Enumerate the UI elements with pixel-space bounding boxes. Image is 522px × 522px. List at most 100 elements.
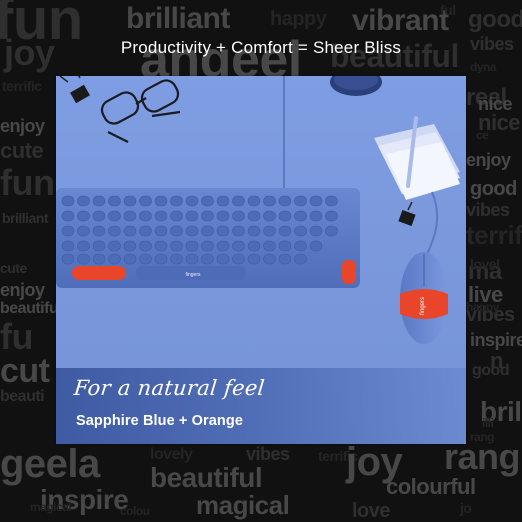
key	[294, 225, 307, 237]
key	[92, 240, 106, 252]
key	[325, 210, 338, 222]
mouse-cable	[425, 191, 439, 257]
bg-word: vibrant	[352, 4, 449, 37]
key	[263, 225, 276, 237]
bg-word: jo	[460, 500, 472, 516]
bg-word: nice	[478, 94, 513, 114]
key	[123, 225, 137, 237]
key	[123, 195, 137, 207]
bg-word: happy	[270, 8, 327, 30]
key	[139, 210, 152, 222]
key	[108, 225, 121, 237]
key	[77, 225, 90, 237]
key	[309, 240, 323, 252]
key	[309, 195, 323, 207]
bg-word: brilliant	[2, 210, 49, 226]
bg-word: colou	[120, 504, 150, 518]
key	[139, 240, 152, 252]
bg-word: lovel	[470, 256, 500, 272]
key	[216, 240, 230, 252]
keyboard-brand: fingers	[185, 272, 201, 278]
key	[278, 195, 292, 207]
key	[154, 253, 168, 265]
key	[294, 195, 307, 207]
glasses	[100, 79, 181, 143]
key	[201, 225, 214, 237]
mug	[330, 76, 382, 96]
key	[154, 225, 168, 237]
key	[92, 225, 106, 237]
key	[139, 195, 152, 207]
key	[77, 253, 90, 265]
key	[170, 225, 183, 237]
key	[216, 195, 230, 207]
key	[278, 210, 292, 222]
key	[185, 240, 199, 252]
key	[278, 225, 292, 237]
key	[61, 210, 75, 222]
bg-word: colourful	[386, 474, 476, 499]
ad-image: fun brilliant happy vibrant good joy ang…	[0, 0, 522, 522]
product-colors: Sapphire Blue + Orange	[76, 413, 243, 429]
key	[108, 195, 121, 207]
bg-word: love	[352, 500, 391, 522]
key	[247, 253, 261, 265]
key	[123, 253, 137, 265]
mouse: fingers	[400, 252, 448, 344]
bg-word: cute	[0, 138, 44, 163]
key	[247, 210, 261, 222]
key	[108, 210, 121, 222]
key	[92, 253, 106, 265]
key	[232, 210, 245, 222]
bg-word: enjoy	[0, 280, 45, 300]
key	[232, 195, 245, 207]
key	[263, 253, 276, 265]
key	[77, 240, 90, 252]
key	[232, 225, 245, 237]
bg-word: enjoy	[0, 116, 45, 136]
key	[170, 253, 183, 265]
bg-word: terrific	[466, 220, 522, 250]
bg-word: ful	[440, 2, 456, 18]
bg-word: cute	[0, 260, 27, 276]
key	[61, 225, 75, 237]
binder-clip	[398, 201, 416, 227]
key	[216, 210, 230, 222]
key	[154, 210, 168, 222]
bg-word: fun	[0, 162, 55, 203]
key	[185, 253, 199, 265]
product-photo: fingers fingers For a natural feel Sapph…	[56, 76, 466, 444]
bg-word: happy	[466, 300, 499, 314]
key	[232, 240, 245, 252]
bg-word: good	[472, 362, 510, 379]
key	[232, 253, 245, 265]
key	[139, 253, 152, 265]
key	[278, 253, 292, 265]
key	[77, 210, 90, 222]
key	[309, 225, 323, 237]
key	[247, 240, 261, 252]
key	[263, 240, 276, 252]
key	[247, 195, 261, 207]
key	[139, 225, 152, 237]
key	[170, 210, 183, 222]
key	[325, 225, 338, 237]
key	[185, 225, 199, 237]
key	[309, 210, 323, 222]
key	[201, 195, 214, 207]
key	[154, 195, 168, 207]
key	[278, 240, 292, 252]
key	[294, 253, 307, 265]
key	[77, 195, 90, 207]
key	[61, 240, 75, 252]
bg-word: terrific	[2, 78, 42, 94]
key	[170, 195, 183, 207]
key	[61, 195, 75, 207]
tagline: For a natural feel	[72, 376, 266, 400]
key	[108, 253, 121, 265]
key	[108, 240, 121, 252]
key	[185, 195, 199, 207]
paper-stack	[374, 124, 460, 200]
key	[294, 240, 307, 252]
key	[263, 195, 276, 207]
